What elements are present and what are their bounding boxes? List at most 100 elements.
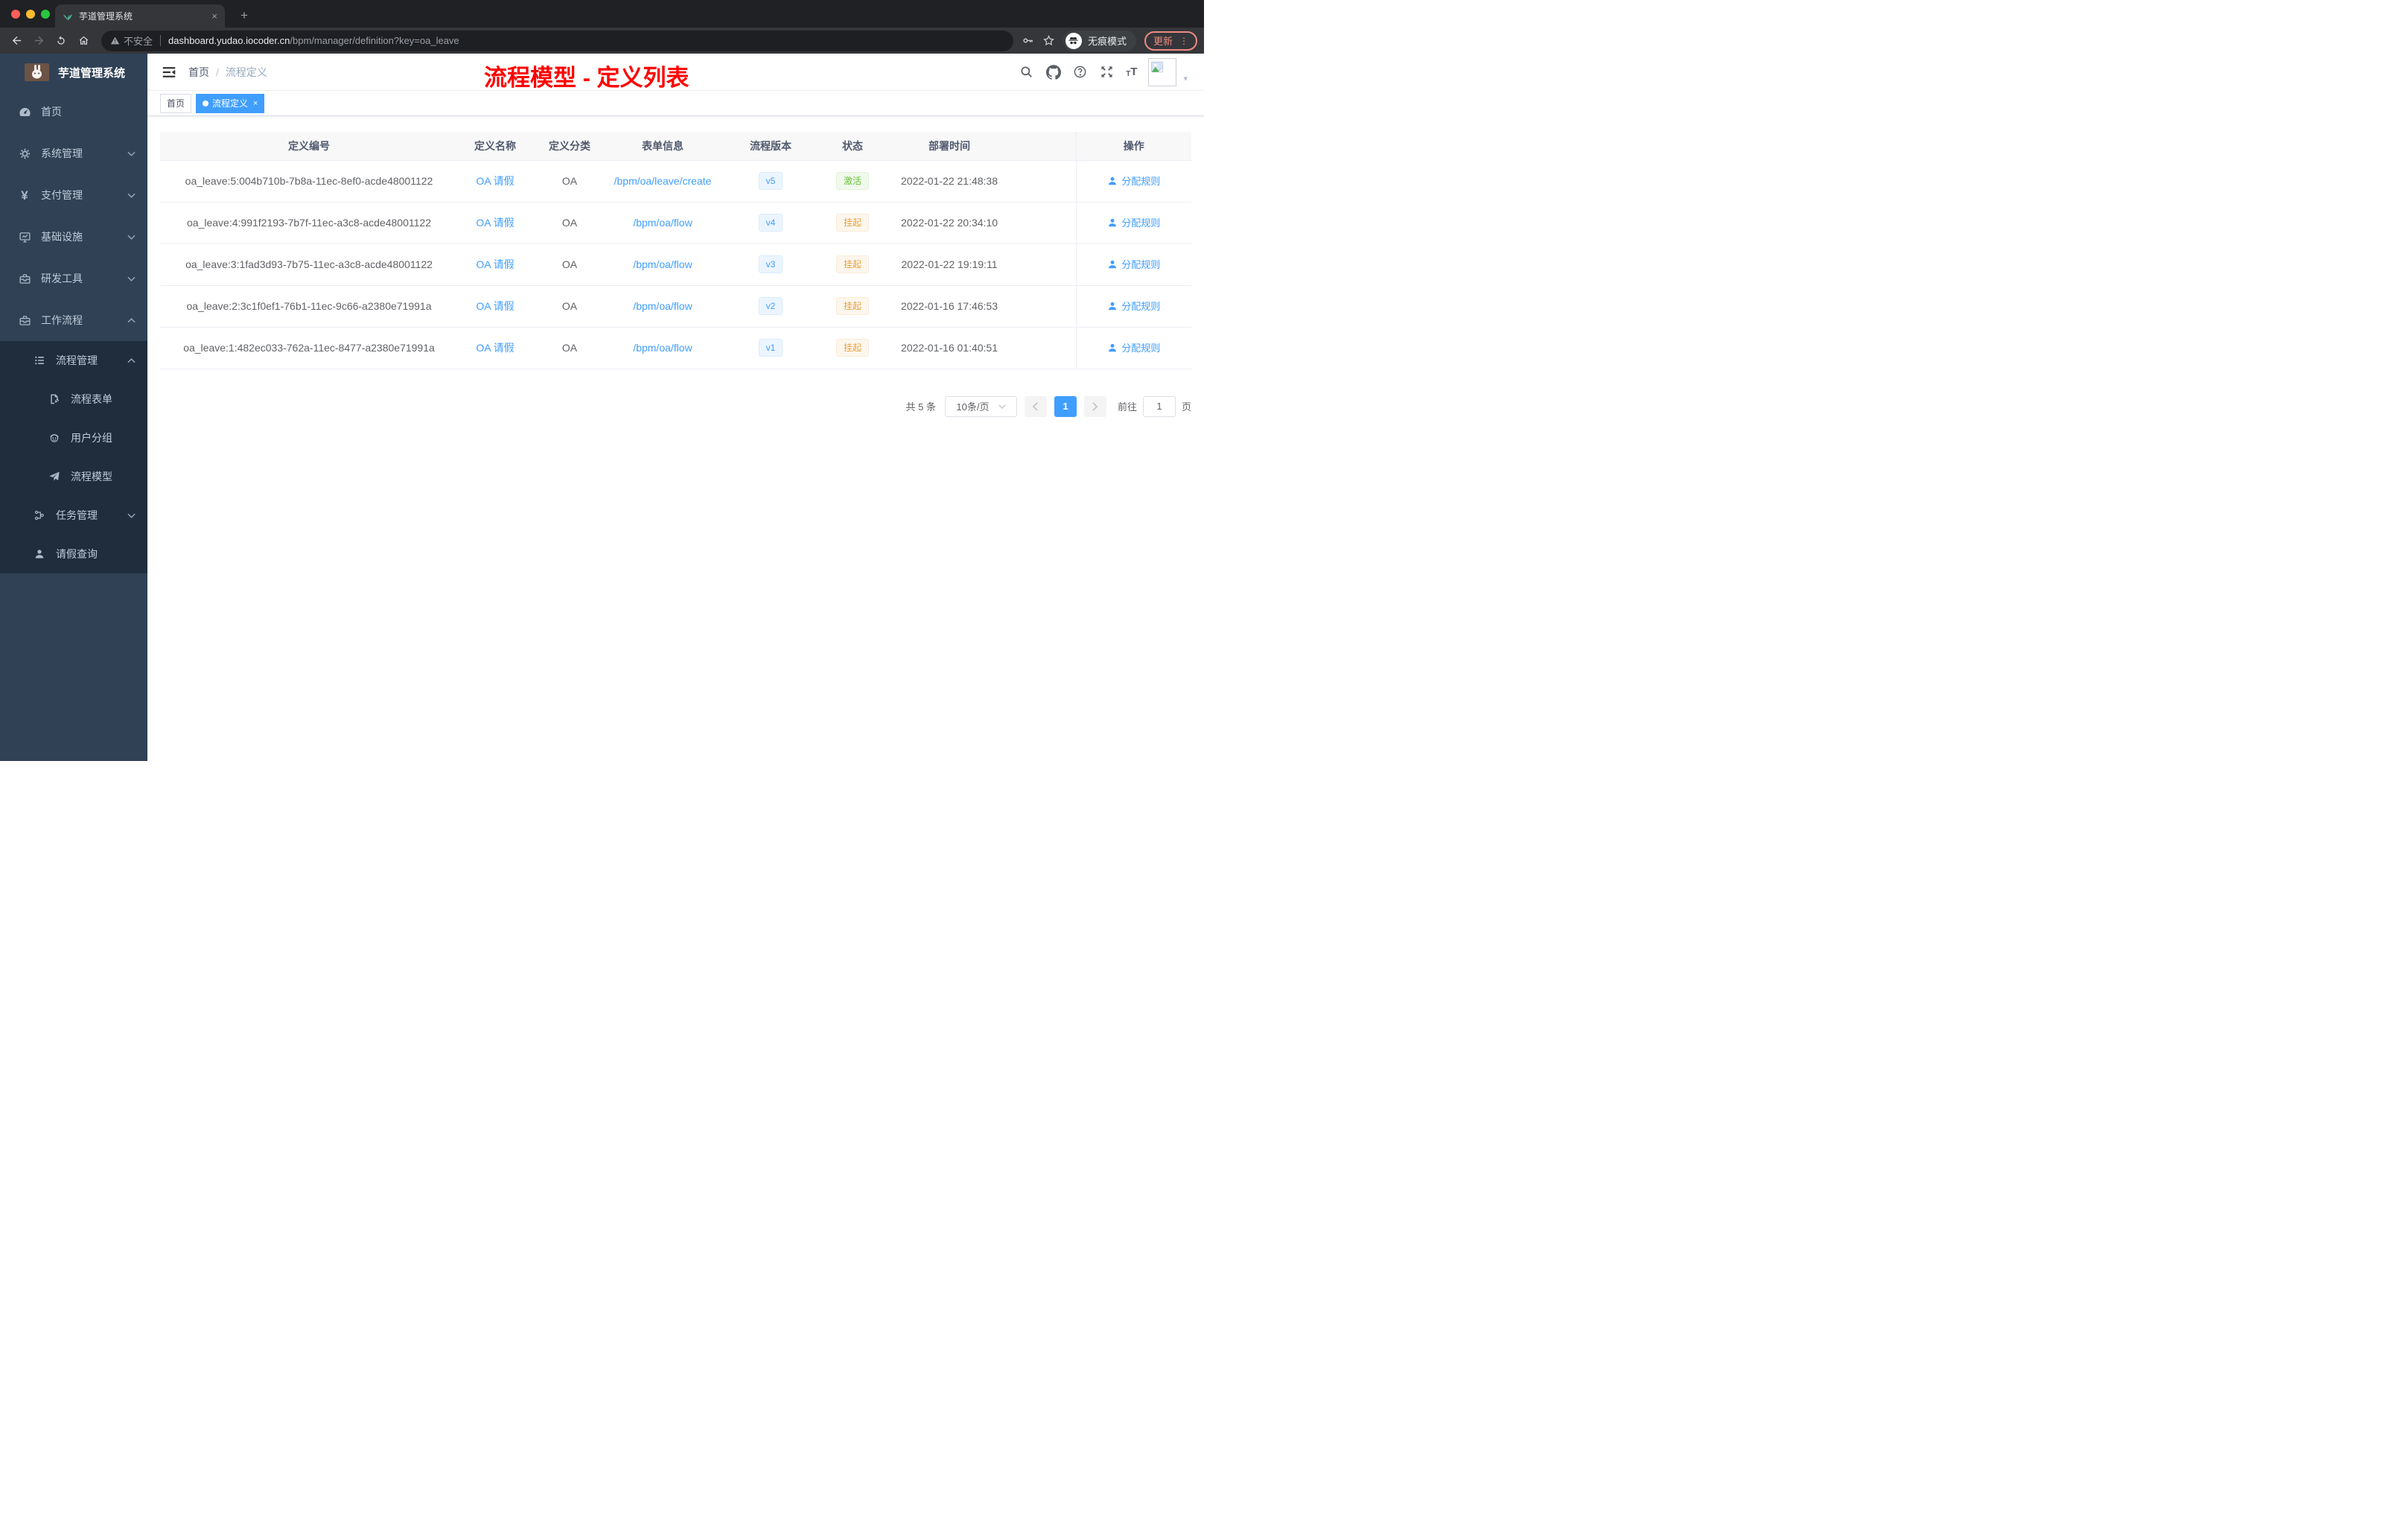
- avatar[interactable]: [1148, 57, 1177, 86]
- browser-tab[interactable]: 芋道管理系统 ×: [55, 4, 225, 28]
- app-window: 芋道管理系统 首页 系统管理 ¥ 支付管理 基础设施 研发工具 工作流程 流程管…: [0, 54, 1204, 761]
- status-badge: 挂起: [835, 255, 869, 273]
- version-badge: v5: [758, 172, 783, 190]
- tag-home[interactable]: 首页: [160, 93, 192, 113]
- update-button[interactable]: 更新 ⋮: [1144, 31, 1197, 51]
- bookmark-star-icon[interactable]: [1042, 34, 1055, 47]
- total-count: 共 5 条: [905, 401, 936, 413]
- sidebar-item-process-model[interactable]: 流程模型: [0, 457, 147, 496]
- assign-rule-link[interactable]: 分配规则: [1107, 257, 1160, 271]
- form-edit-icon: [48, 392, 61, 406]
- toolbox-icon: [18, 272, 31, 285]
- window-controls: [11, 10, 50, 19]
- sidebar-item-workflow[interactable]: 工作流程: [0, 299, 147, 341]
- form-info-link[interactable]: /bpm/oa/flow: [633, 258, 692, 270]
- github-icon[interactable]: [1045, 64, 1061, 80]
- filler-cell: [1016, 243, 1076, 286]
- definition-name-link[interactable]: OA 请假: [476, 217, 514, 229]
- filler-cell: [1016, 202, 1076, 244]
- assign-rule-link[interactable]: 分配规则: [1107, 173, 1160, 188]
- sidebar-item-system[interactable]: 系统管理: [0, 133, 147, 174]
- reload-icon[interactable]: [51, 31, 71, 51]
- form-info-link[interactable]: /bpm/oa/flow: [633, 342, 692, 354]
- breadcrumb-separator: /: [216, 66, 219, 78]
- next-page-button[interactable]: [1083, 395, 1106, 417]
- sidebar-item-process-management[interactable]: 流程管理: [0, 341, 147, 380]
- url-text[interactable]: dashboard.yudao.iocoder.cn/bpm/manager/d…: [168, 35, 459, 46]
- user-icon: [1109, 302, 1117, 310]
- assign-rule-link[interactable]: 分配规则: [1107, 215, 1160, 229]
- col-form-info: 表单信息: [607, 132, 719, 161]
- help-icon[interactable]: [1072, 64, 1088, 80]
- version-badge: v3: [758, 255, 783, 273]
- goto-page-input[interactable]: [1142, 395, 1176, 417]
- security-warning[interactable]: 不安全: [110, 34, 153, 48]
- window-minimize-button[interactable]: [26, 10, 35, 19]
- prev-page-button[interactable]: [1024, 395, 1047, 417]
- assign-rule-label: 分配规则: [1121, 259, 1161, 271]
- form-info-link[interactable]: /bpm/oa/flow: [633, 217, 692, 229]
- assign-rule-link[interactable]: 分配规则: [1107, 299, 1160, 313]
- assign-rule-label: 分配规则: [1121, 343, 1161, 354]
- key-icon[interactable]: [1022, 34, 1034, 47]
- back-icon[interactable]: [7, 31, 26, 51]
- status-badge: 挂起: [835, 339, 869, 357]
- table-header-row: 定义编号 定义名称 定义分类 表单信息 流程版本 状态 部署时间 操作: [160, 132, 1191, 161]
- people-face-icon: [48, 431, 61, 445]
- col-operations: 操作: [1075, 132, 1191, 161]
- incognito-badge[interactable]: 无痕模式: [1063, 30, 1136, 51]
- sidebar-item-leave-query[interactable]: 请假查询: [0, 535, 147, 573]
- breadcrumb-home[interactable]: 首页: [188, 65, 209, 80]
- flow-branch-icon: [33, 509, 46, 522]
- col-definition-name: 定义名称: [458, 132, 532, 161]
- user-icon: [1109, 176, 1117, 185]
- form-info-link[interactable]: /bpm/oa/flow: [633, 300, 692, 312]
- window-close-button[interactable]: [11, 10, 20, 19]
- definition-name-link[interactable]: OA 请假: [476, 342, 514, 354]
- table-row: oa_leave:1:482ec033-762a-11ec-8477-a2380…: [160, 327, 1191, 369]
- url-bar[interactable]: 不安全 dashboard.yudao.iocoder.cn/bpm/manag…: [101, 30, 1013, 51]
- avatar-dropdown-caret-icon[interactable]: ▾: [1183, 74, 1188, 83]
- tag-close-icon[interactable]: ×: [253, 99, 258, 108]
- app-logo[interactable]: 芋道管理系统: [0, 54, 147, 91]
- deploy-time: 2022-01-16 17:46:53: [882, 285, 1016, 328]
- page-size-select[interactable]: 10条/页: [944, 395, 1017, 417]
- sidebar-collapse-icon[interactable]: [161, 64, 177, 80]
- new-tab-button[interactable]: +: [235, 7, 253, 25]
- search-icon[interactable]: [1019, 64, 1034, 80]
- goto-label: 前往: [1117, 401, 1137, 413]
- browser-menu-icon[interactable]: ⋮: [1179, 36, 1188, 45]
- sidebar-item-task-management[interactable]: 任务管理: [0, 496, 147, 535]
- home-icon[interactable]: [74, 31, 93, 51]
- main-area: 首页 / 流程定义 流程模型 - 定义列表 T T ▾ 首页 流程定义 × 定义…: [147, 54, 1204, 761]
- sidebar-item-user-group[interactable]: 用户分组: [0, 418, 147, 457]
- sidebar-item-devtools[interactable]: 研发工具: [0, 258, 147, 299]
- chevron-up-icon: [127, 357, 136, 363]
- logo-rabbit-image: [25, 63, 49, 81]
- table-row: oa_leave:2:3c1f0ef1-76b1-11ec-9c66-a2380…: [160, 285, 1191, 328]
- assign-rule-link[interactable]: 分配规则: [1107, 340, 1160, 354]
- definition-category: OA: [532, 243, 607, 286]
- version-badge: v1: [758, 339, 783, 357]
- sidebar-item-process-form[interactable]: 流程表单: [0, 380, 147, 418]
- fullscreen-icon[interactable]: [1099, 64, 1115, 80]
- definition-name-link[interactable]: OA 请假: [476, 300, 514, 312]
- sidebar-item-payment[interactable]: ¥ 支付管理: [0, 174, 147, 216]
- col-deploy-time: 部署时间: [882, 132, 1016, 161]
- form-info-link[interactable]: /bpm/oa/leave/create: [614, 175, 712, 187]
- status-badge: 激活: [835, 172, 869, 190]
- page-number-button[interactable]: 1: [1054, 395, 1077, 417]
- sidebar: 芋道管理系统 首页 系统管理 ¥ 支付管理 基础设施 研发工具 工作流程 流程管…: [0, 54, 147, 761]
- definition-name-link[interactable]: OA 请假: [476, 258, 514, 270]
- sidebar-item-infrastructure[interactable]: 基础设施: [0, 216, 147, 258]
- sidebar-item-home[interactable]: 首页: [0, 91, 147, 133]
- font-size-icon[interactable]: TT: [1126, 66, 1137, 78]
- window-zoom-button[interactable]: [41, 10, 50, 19]
- tag-process-definition[interactable]: 流程定义 ×: [196, 93, 265, 113]
- page-content: 定义编号 定义名称 定义分类 表单信息 流程版本 状态 部署时间 操作 oa_l: [147, 116, 1204, 417]
- tab-close-icon[interactable]: ×: [211, 10, 217, 22]
- chevron-down-icon: [127, 151, 136, 156]
- forward-icon[interactable]: [29, 31, 48, 51]
- deploy-time: 2022-01-22 19:19:11: [882, 243, 1016, 286]
- definition-name-link[interactable]: OA 请假: [476, 175, 514, 187]
